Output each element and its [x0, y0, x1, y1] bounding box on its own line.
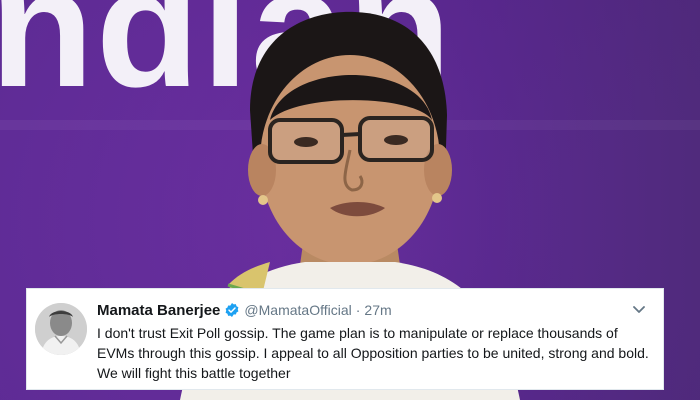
tweet-timestamp[interactable]: 27m [364, 302, 391, 318]
tweet-text: I don't trust Exit Poll gossip. The game… [97, 325, 649, 381]
tweet-card[interactable]: Mamata Banerjee @MamataOfficial · 27m I … [26, 288, 664, 390]
verified-badge-icon [224, 302, 240, 318]
tweet-header: Mamata Banerjee @MamataOfficial · 27m [97, 299, 392, 321]
user-handle[interactable]: @MamataOfficial [244, 302, 351, 318]
avatar[interactable] [35, 303, 87, 355]
chevron-down-icon[interactable] [631, 301, 647, 317]
display-name[interactable]: Mamata Banerjee [97, 302, 220, 319]
meta-separator: · [355, 302, 361, 318]
